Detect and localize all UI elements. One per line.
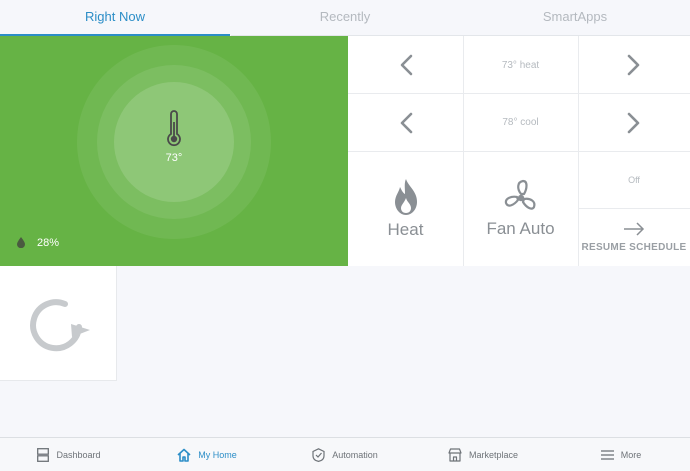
operating-state-cell: Off: [578, 151, 690, 208]
heat-setpoint-cell: 73° heat: [463, 36, 578, 94]
top-tabs: Right Now Recently SmartApps: [0, 0, 690, 36]
fan-label: Fan Auto: [486, 218, 555, 238]
humidity-drop-icon: [17, 237, 25, 248]
mode-heat-button[interactable]: Heat: [348, 151, 463, 266]
nav-marketplace[interactable]: Marketplace: [414, 438, 552, 471]
resume-schedule-button[interactable]: RESUME SCHEDULE: [578, 208, 690, 266]
current-temperature: 73°: [165, 152, 183, 164]
thermostat-tile[interactable]: 73° 28%: [0, 36, 348, 266]
dashboard-icon: [37, 447, 50, 462]
chevron-left-icon: [400, 112, 412, 133]
nav-automation-label: Automation: [332, 449, 378, 460]
flame-icon: [394, 178, 417, 215]
operating-state: Off: [628, 174, 640, 185]
nav-marketplace-label: Marketplace: [468, 449, 519, 460]
cool-setpoint-cell: 78° cool: [463, 94, 578, 151]
heat-setpoint: 73° heat: [501, 59, 540, 71]
grid-divider: [348, 151, 690, 152]
chevron-right-icon: [627, 112, 640, 133]
chevron-left-icon: [400, 54, 412, 76]
chevron-right-icon: [627, 54, 640, 76]
nav-my-home[interactable]: My Home: [138, 438, 276, 471]
nav-my-home-label: My Home: [198, 449, 237, 460]
nav-dashboard[interactable]: Dashboard: [0, 438, 138, 471]
humidity-value: 28%: [37, 237, 60, 249]
thermometer-icon: [167, 110, 181, 147]
bottom-nav: Dashboard My Home Automation Marketplace…: [0, 437, 690, 471]
grid-divider: [578, 208, 690, 209]
cool-decrease-button[interactable]: [348, 94, 463, 151]
menu-icon: [600, 449, 614, 460]
nav-automation[interactable]: Automation: [276, 438, 414, 471]
mode-label: Heat: [387, 219, 424, 239]
resume-schedule-label: RESUME SCHEDULE: [581, 241, 687, 253]
cool-increase-button[interactable]: [578, 94, 690, 151]
store-icon: [448, 447, 462, 462]
nav-more[interactable]: More: [552, 438, 690, 471]
cool-setpoint: 78° cool: [502, 117, 539, 128]
arrow-right-icon: [624, 221, 645, 236]
refresh-button[interactable]: [0, 266, 117, 381]
tab-right-now[interactable]: Right Now: [0, 0, 230, 36]
nav-more-label: More: [620, 449, 642, 460]
tab-smartapps[interactable]: SmartApps: [460, 0, 690, 36]
nav-dashboard-label: Dashboard: [56, 449, 101, 460]
fan-mode-button[interactable]: Fan Auto: [463, 151, 578, 266]
refresh-icon: [30, 299, 90, 352]
thermostat-controls: 73° heat 78° cool Heat Fan Auto Off RESU…: [348, 36, 690, 266]
heat-increase-button[interactable]: [578, 36, 690, 94]
fan-icon: [504, 179, 535, 210]
tab-recently[interactable]: Recently: [230, 0, 460, 36]
heat-decrease-button[interactable]: [348, 36, 463, 94]
automation-icon: [312, 447, 325, 462]
house-icon: [177, 448, 191, 462]
grid-divider: [348, 93, 690, 94]
